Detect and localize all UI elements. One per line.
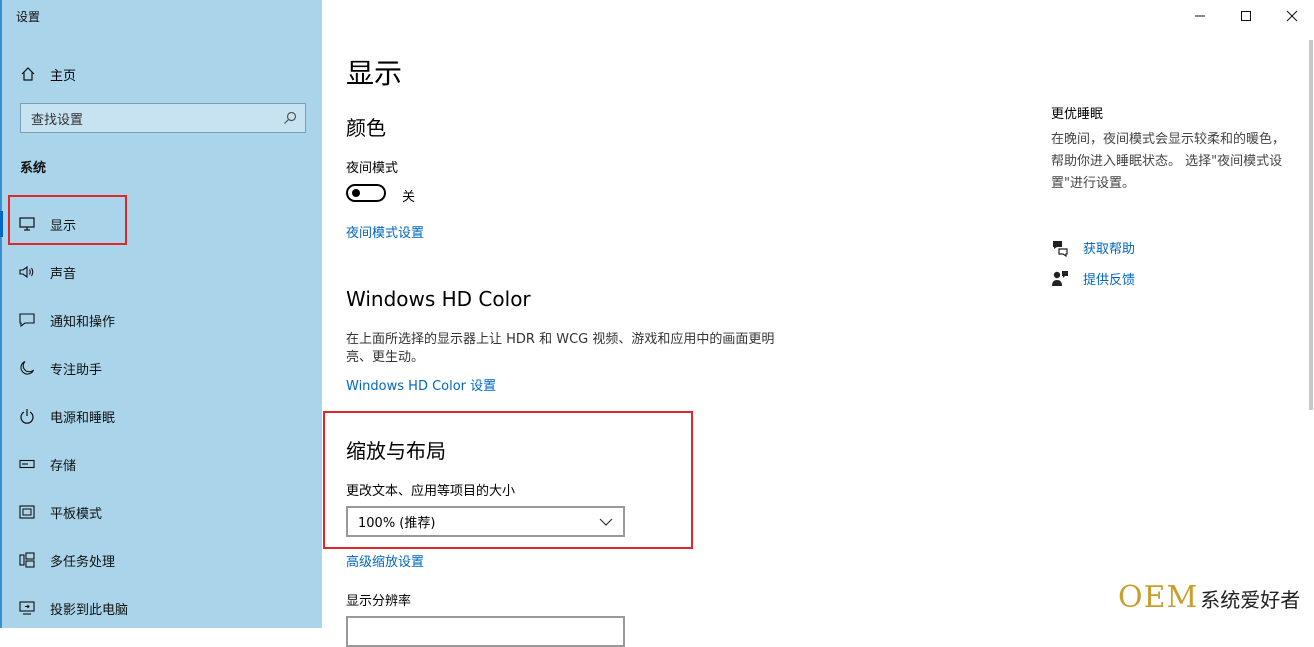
resolution-label: 显示分辨率 — [346, 594, 412, 609]
hdr-description: 在上面所选择的显示器上让 HDR 和 WCG 视频、游戏和应用中的画面更明亮、更… — [346, 332, 775, 365]
sidebar-item-storage[interactable]: 存储 — [18, 452, 76, 476]
better-sleep-heading: 更优睡眠 — [1051, 107, 1104, 122]
sidebar-item-label: 平板模式 — [50, 506, 103, 522]
help-chat-icon — [1053, 240, 1068, 257]
feedback-icon — [1052, 270, 1068, 286]
storage-icon — [18, 455, 36, 473]
sidebar-item-label: 通知和操作 — [50, 314, 116, 330]
highlight-box-display — [8, 195, 127, 245]
get-help-label: 获取帮助 — [1083, 242, 1136, 257]
sidebar-item-label: 电源和睡眠 — [50, 410, 116, 426]
better-sleep-description: 在晚间，夜间模式会显示较柔和的暖色，帮助你进入睡眠状态。 选择"夜间模式设置"进… — [1051, 132, 1286, 191]
feedback-link[interactable]: 提供反馈 — [1051, 269, 1135, 288]
sidebar-item-label: 多任务处理 — [50, 554, 116, 570]
hdr-heading: Windows HD Color — [346, 287, 531, 311]
night-mode-settings-link[interactable]: 夜间模式设置 — [346, 222, 424, 241]
toggle-knob — [352, 189, 360, 197]
watermark-brand: OEM — [1118, 580, 1199, 615]
minimize-icon — [1195, 15, 1205, 17]
sidebar-home[interactable]: 主页 — [20, 63, 76, 85]
sidebar-item-tablet[interactable]: 平板模式 — [18, 500, 102, 524]
sidebar-item-label: 声音 — [50, 266, 77, 282]
advanced-scale-link[interactable]: 高级缩放设置 — [346, 551, 424, 570]
night-mode-toggle[interactable] — [346, 184, 386, 202]
multitask-icon — [18, 551, 36, 569]
sidebar-item-focus-assist[interactable]: 专注助手 — [18, 356, 102, 380]
window-title: 设置 — [16, 10, 41, 24]
sidebar-item-power[interactable]: 电源和睡眠 — [18, 404, 115, 428]
highlight-box-scale — [323, 411, 693, 549]
search-placeholder: 查找设置 — [31, 112, 84, 128]
night-mode-label: 夜间模式 — [346, 161, 399, 176]
speaker-icon — [18, 263, 36, 281]
sidebar-home-label: 主页 — [50, 68, 77, 84]
watermark: OEM 系统爱好者 — [1118, 580, 1300, 615]
watermark-text: 系统爱好者 — [1200, 588, 1301, 612]
hdr-settings-link[interactable]: Windows HD Color 设置 — [346, 375, 496, 394]
search-icon — [284, 111, 297, 124]
maximize-button[interactable] — [1236, 6, 1256, 26]
sidebar-item-project[interactable]: 投影到此电脑 — [18, 596, 128, 620]
scrollbar[interactable] — [1309, 40, 1313, 410]
sidebar-item-label: 投影到此电脑 — [50, 602, 129, 618]
project-icon — [18, 599, 36, 617]
sidebar-item-multitasking[interactable]: 多任务处理 — [18, 548, 115, 572]
power-icon — [18, 407, 36, 425]
selected-indicator — [0, 211, 3, 237]
sidebar-section-system: 系统 — [20, 161, 47, 176]
home-icon — [21, 67, 35, 81]
get-help-link[interactable]: 获取帮助 — [1051, 238, 1135, 257]
notification-icon — [18, 311, 36, 329]
close-icon — [1286, 10, 1298, 22]
sidebar-item-sound[interactable]: 声音 — [18, 260, 76, 284]
sidebar-item-notifications[interactable]: 通知和操作 — [18, 308, 115, 332]
maximize-icon — [1241, 11, 1251, 21]
sidebar-item-label: 专注助手 — [50, 362, 103, 378]
color-heading: 颜色 — [346, 116, 386, 140]
search-input[interactable]: 查找设置 — [20, 103, 306, 133]
sidebar-item-label: 存储 — [50, 458, 77, 474]
resolution-dropdown[interactable] — [346, 616, 625, 647]
feedback-label: 提供反馈 — [1083, 273, 1136, 288]
moon-icon — [18, 359, 36, 377]
page-title: 显示 — [346, 57, 403, 90]
night-mode-state: 关 — [402, 190, 416, 205]
minimize-button[interactable] — [1190, 6, 1210, 26]
close-button[interactable] — [1282, 6, 1302, 26]
tablet-icon — [18, 503, 36, 521]
